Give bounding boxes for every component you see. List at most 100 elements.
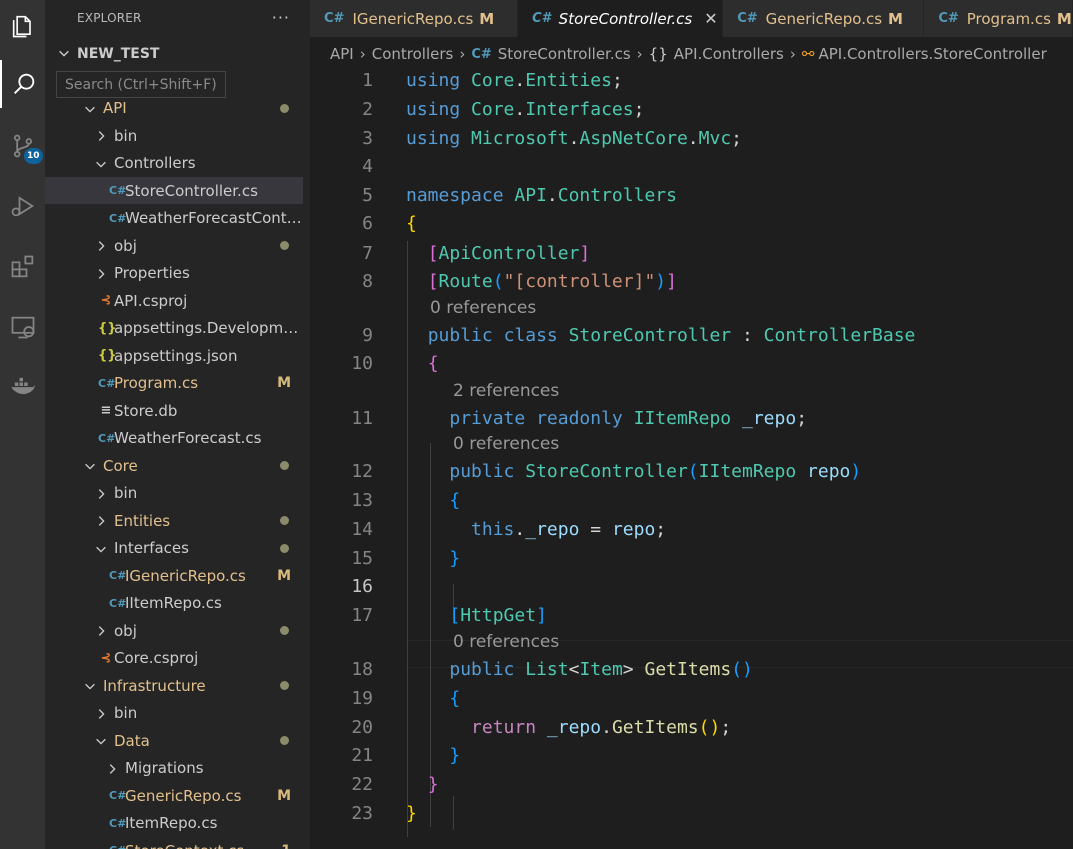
- extensions-icon[interactable]: [0, 243, 45, 291]
- tab-label: IGenericRepo.cs: [352, 9, 474, 28]
- tree-item-label: Data: [114, 731, 150, 750]
- file-item[interactable]: C#StoreContext.cs 1: [45, 837, 303, 849]
- chevron-right-icon: [98, 131, 105, 141]
- file-item[interactable]: {} appsettings.json: [45, 342, 303, 369]
- file-item[interactable]: C# Program.cs M: [45, 370, 303, 397]
- csharp-file-icon: C#: [109, 569, 127, 582]
- code-line[interactable]: public List<Item> GetItems(): [406, 659, 753, 680]
- docker-icon[interactable]: [0, 362, 45, 410]
- explorer-sidebar: EXPLORER ··· NEW_TEST .vscodeAPIbinContr…: [45, 0, 310, 849]
- code-line[interactable]: [Route("[controller]")]: [406, 271, 677, 292]
- csproj-file-icon: ⊰: [100, 650, 112, 666]
- source-control-icon[interactable]: 10: [0, 122, 45, 170]
- breadcrumb-api[interactable]: API: [330, 45, 354, 63]
- folder-item[interactable]: Entities: [45, 507, 303, 534]
- search-icon[interactable]: [0, 60, 45, 108]
- chevron-right-icon: [98, 626, 105, 636]
- line-number: 7: [362, 243, 373, 264]
- git-status-badge: M: [277, 567, 291, 584]
- folder-item[interactable]: obj: [45, 617, 303, 644]
- breadcrumb-controllers[interactable]: Controllers: [372, 45, 454, 63]
- close-icon[interactable]: ✕: [704, 9, 717, 28]
- code-line[interactable]: {: [406, 490, 460, 511]
- line-number: 17: [351, 605, 373, 626]
- code-line[interactable]: private readonly IItemRepo _repo;: [406, 408, 807, 429]
- namespace-icon: {}: [648, 45, 668, 63]
- run-debug-icon[interactable]: [0, 182, 45, 230]
- code-editor[interactable]: 1 using Core.Entities; 2 using Core.Interfa…: [310, 67, 1073, 849]
- code-line[interactable]: }: [406, 803, 417, 824]
- tab-program-cs[interactable]: C# Program.cs M: [924, 0, 1073, 37]
- file-item[interactable]: C# ItemRepo.cs: [45, 810, 303, 837]
- folder-item[interactable]: Data: [45, 727, 303, 754]
- file-item[interactable]: C# GenericRepo.cs M: [45, 782, 303, 809]
- folder-item[interactable]: Interfaces: [45, 535, 303, 562]
- code-line[interactable]: {: [406, 688, 460, 709]
- chevron-right-icon: [98, 488, 105, 499]
- line-number: 18: [351, 659, 373, 680]
- csproj-file-icon: ⊰: [100, 293, 112, 308]
- file-item[interactable]: ≡ Store.db: [45, 397, 303, 424]
- file-item[interactable]: {}appsettings.Development.json: [45, 315, 303, 342]
- folder-item[interactable]: Controllers: [45, 150, 303, 177]
- csharp-file-icon: C#: [532, 11, 551, 26]
- code-line[interactable]: public class StoreController : Controlle…: [406, 325, 916, 346]
- line-number: 2: [362, 99, 373, 120]
- remote-explorer-icon[interactable]: [0, 303, 45, 351]
- breadcrumb: API › Controllers › C# StoreController.c…: [310, 37, 1073, 71]
- file-item[interactable]: ⊰ Core.csproj: [45, 645, 303, 672]
- code-line[interactable]: }: [406, 548, 460, 569]
- files-icon[interactable]: [0, 2, 45, 50]
- tab-genericrepo-cs[interactable]: C# GenericRepo.cs M: [723, 0, 925, 37]
- code-line[interactable]: [HttpGet]: [406, 605, 547, 626]
- code-line[interactable]: using Core.Entities;: [406, 70, 623, 91]
- git-status-badge: M: [888, 9, 903, 28]
- code-line[interactable]: this._repo = repo;: [406, 519, 666, 540]
- breadcrumb-class[interactable]: API.Controllers.StoreController: [818, 45, 1046, 63]
- chevron-right-icon: ›: [459, 45, 466, 63]
- code-line[interactable]: [ApiController]: [406, 243, 591, 264]
- file-item[interactable]: ⊰ API.csproj: [45, 287, 303, 314]
- modified-dot: [280, 461, 289, 470]
- file-item[interactable]: C#WeatherForecastController.cs: [45, 205, 303, 232]
- code-line[interactable]: namespace API.Controllers: [406, 185, 677, 206]
- folder-item[interactable]: bin: [45, 480, 303, 507]
- tab-igenericrepo-cs[interactable]: C# IGenericRepo.cs M: [310, 0, 519, 37]
- code-line[interactable]: {: [406, 353, 439, 374]
- file-item[interactable]: C# IGenericRepo.cs M: [45, 562, 303, 589]
- code-line[interactable]: using Core.Interfaces;: [406, 99, 644, 120]
- code-line[interactable]: public StoreController(IItemRepo repo): [406, 461, 861, 482]
- folder-item[interactable]: Properties: [45, 260, 303, 287]
- folder-item[interactable]: Infrastructure: [45, 672, 303, 699]
- breadcrumb-namespace[interactable]: API.Controllers: [674, 45, 784, 63]
- code-line[interactable]: }: [406, 745, 460, 766]
- folder-item[interactable]: Migrations: [45, 755, 303, 782]
- breadcrumb-file[interactable]: StoreController.cs: [498, 45, 631, 63]
- file-item[interactable]: C# StoreController.cs: [45, 177, 303, 204]
- line-number: 21: [351, 745, 373, 766]
- codelens-references[interactable]: 0 references: [430, 298, 536, 318]
- workspace-name: NEW_TEST: [77, 45, 160, 62]
- folder-item[interactable]: obj: [45, 232, 303, 259]
- code-line[interactable]: using Microsoft.AspNetCore.Mvc;: [406, 128, 742, 149]
- folder-item[interactable]: Core: [45, 452, 303, 479]
- codelens-references[interactable]: 2 references: [453, 381, 559, 401]
- tree-item-label: GenericRepo.cs: [125, 786, 242, 805]
- modified-dot: [280, 103, 289, 113]
- more-actions-icon[interactable]: ···: [272, 8, 290, 27]
- folder-item[interactable]: bin: [45, 122, 303, 149]
- file-item[interactable]: C# IItemRepo.cs: [45, 590, 303, 617]
- workspace-header[interactable]: NEW_TEST: [45, 40, 303, 67]
- codelens-references[interactable]: 0 references: [453, 632, 559, 652]
- code-line[interactable]: return _repo.GetItems();: [406, 717, 731, 738]
- codelens-references[interactable]: 0 references: [453, 434, 559, 454]
- modified-dot: [280, 241, 289, 250]
- code-line[interactable]: {: [406, 213, 417, 234]
- folder-item[interactable]: API: [45, 95, 303, 122]
- folder-item[interactable]: bin: [45, 700, 303, 727]
- tab-storecontroller-cs[interactable]: C# StoreController.cs ✕: [518, 0, 724, 37]
- activity-bar: 10: [0, 0, 45, 849]
- file-item[interactable]: C# WeatherForecast.cs: [45, 425, 303, 452]
- chevron-right-icon: [109, 763, 116, 774]
- code-line[interactable]: }: [406, 774, 439, 795]
